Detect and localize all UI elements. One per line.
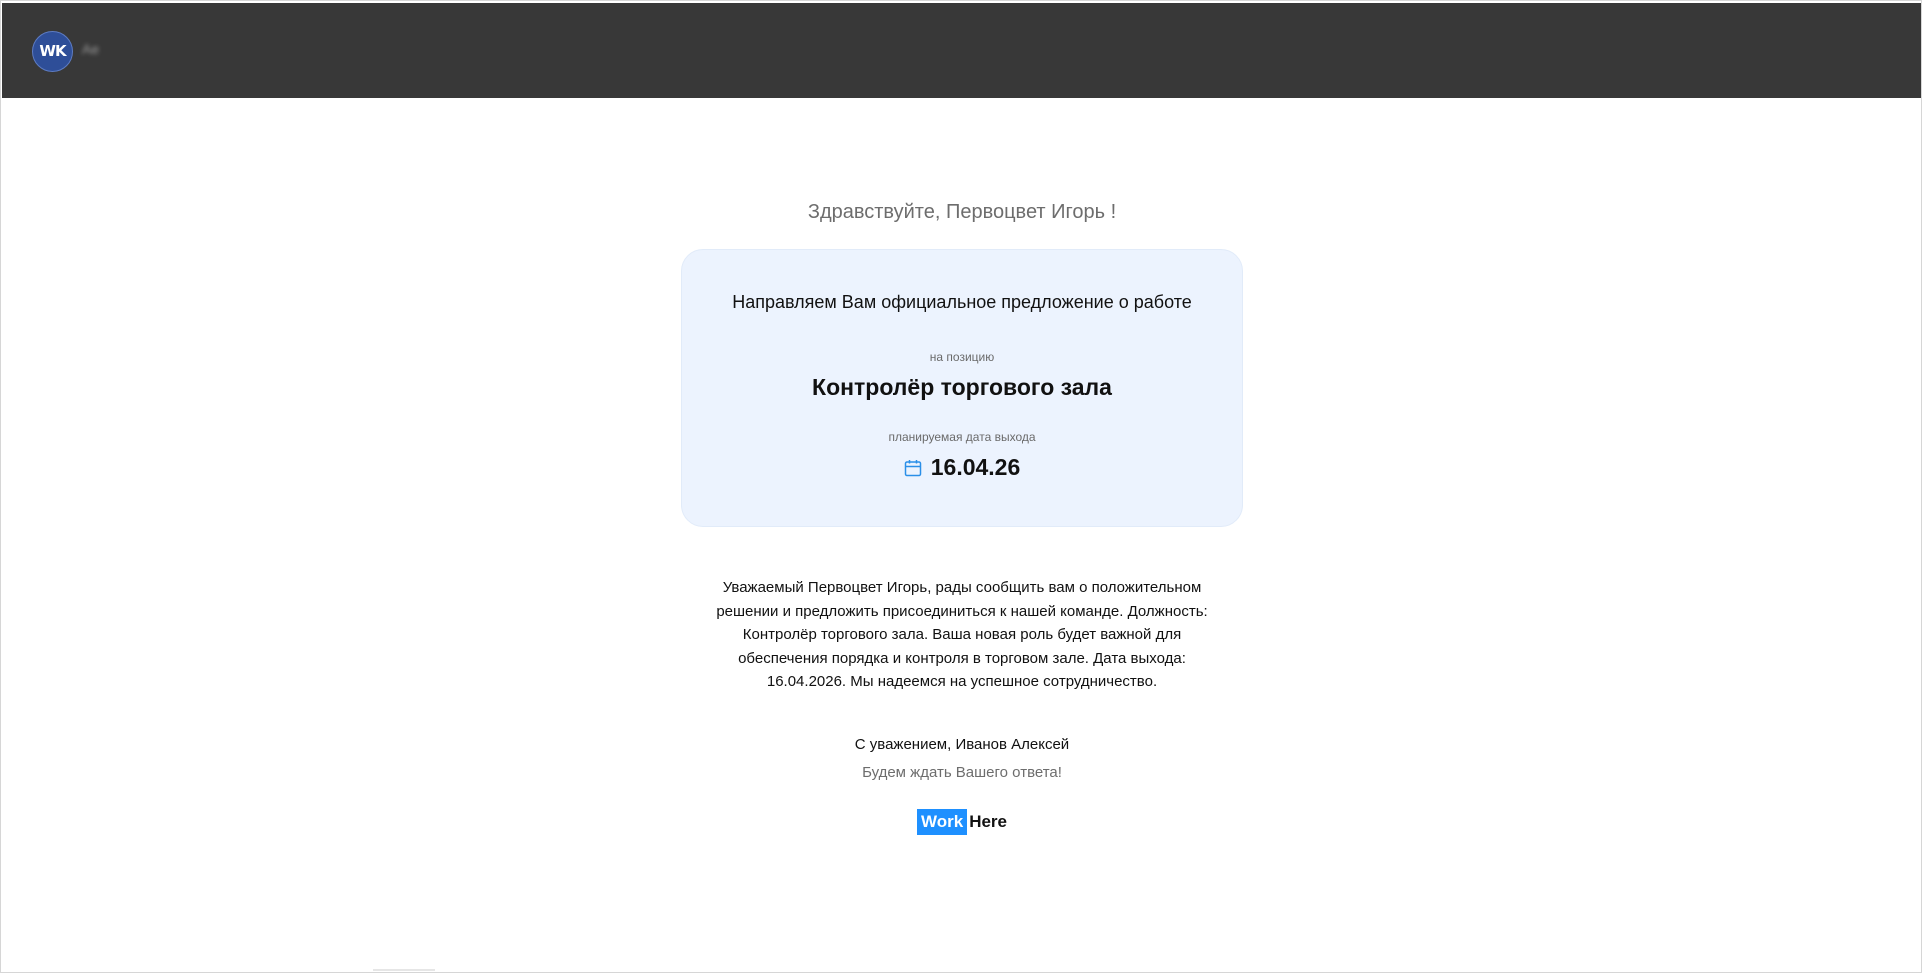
offer-message-line: обеспечения порядка и контроля в торгово… [738,649,1186,667]
start-date-label: планируемая дата выхода [888,430,1036,444]
top-bar: WK Ae [2,3,1921,98]
page-frame: WK Ae Здравствуйте, Первоцвет Игорь ! На… [0,0,1922,973]
start-date-value: 16.04.26 [930,454,1021,480]
brand-logo[interactable]: Work Here [1,809,1922,835]
position-label: на позицию [929,350,995,364]
brand-logo-here: Here [969,812,1007,831]
calendar-icon [904,459,921,476]
company-logo[interactable]: WK [32,31,73,72]
start-date-row: 16.04.26 [682,454,1242,481]
offer-message-line: Контролёр торгового зала. Ваша новая рол… [742,626,1182,643]
signature: С уважением, Иванов Алексей [854,736,1070,753]
greeting-text: Здравствуйте, Первоцвет Игорь ! [807,201,1117,223]
awaiting-reply-text: Будем ждать Вашего ответа! [862,764,1062,781]
offer-intro: Направляем Вам официальное предложение о… [732,292,1192,312]
bottom-divider [373,969,435,971]
offer-message-line: Уважаемый Первоцвет Игорь, рады сообщить… [722,579,1202,596]
brand-logo-work: Work [916,809,968,835]
position-title: Контролёр торгового зала [812,374,1112,400]
company-name: Ae [82,41,100,57]
offer-message-line: 16.04.2026. Мы надеемся на успешное сотр… [766,673,1158,690]
offer-card: Направляем Вам официальное предложение о… [681,249,1243,527]
offer-message: Уважаемый Первоцвет Игорь, рады сообщить… [701,576,1223,694]
offer-message-line: решении и предложить присоединиться к на… [716,602,1208,620]
